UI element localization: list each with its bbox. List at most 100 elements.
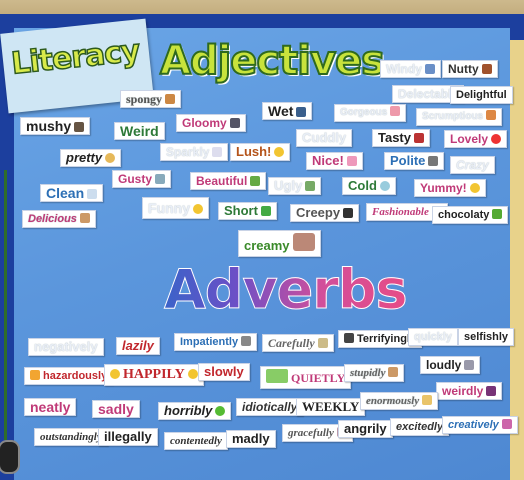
- word-card-excitedly: excitedly: [390, 418, 450, 436]
- chocolate-heart-icon: [492, 209, 503, 219]
- short-picture-icon: [260, 206, 271, 216]
- word-card-clean: Clean: [40, 184, 104, 202]
- word-card-funny: Funny: [142, 197, 209, 219]
- word-card-creatively: creatively: [442, 416, 518, 434]
- word-card-gorgeous: Gorgeous: [334, 104, 407, 122]
- word-card-contentedly: contentedly: [164, 432, 228, 450]
- stupid-picture-icon: [388, 367, 399, 377]
- word-card-madly: madly: [226, 430, 276, 448]
- lanyard-cord: [4, 170, 7, 440]
- word-card-neatly: neatly: [24, 398, 77, 416]
- nut-picture-icon: [481, 64, 492, 74]
- yummy-smiley-icon: [469, 183, 480, 193]
- hazard-icon: [30, 370, 40, 380]
- word-card-nutty: Nutty: [442, 60, 498, 78]
- word-card-enormously: enormously: [360, 392, 439, 410]
- word-card-carefully: Carefully: [262, 334, 334, 352]
- literacy-title: Literacy: [9, 33, 142, 83]
- word-card-weird: Weird: [114, 122, 165, 140]
- scrumptious-picture-icon: [486, 110, 497, 120]
- word-card-happily: HAPPILY: [104, 364, 204, 386]
- word-card-slowly: slowly: [198, 363, 250, 381]
- word-card-sparkly: Sparkly: [160, 143, 229, 161]
- ugly-picture-icon: [305, 181, 316, 191]
- nice-picture-icon: [346, 156, 357, 166]
- word-card-weirdly: weirdly: [436, 382, 503, 400]
- spider-icon: [343, 208, 354, 218]
- impatient-picture-icon: [241, 336, 252, 346]
- word-card-loudly: loudly: [420, 356, 481, 374]
- enormous-picture-icon: [422, 395, 433, 405]
- sponge-picture-icon: [165, 94, 176, 104]
- word-card-cuddly: Cuddly: [296, 129, 353, 147]
- word-card-mushy: mushy: [20, 117, 91, 135]
- word-card-crazy: Crazy: [450, 156, 495, 174]
- cloud-picture-icon: [229, 118, 240, 128]
- word-card-creepy: Creepy: [290, 204, 360, 222]
- lanyard-clip: [0, 440, 20, 474]
- word-card-gusty: Gusty: [112, 170, 172, 188]
- word-card-chocolaty: chocolaty: [432, 206, 509, 224]
- word-card-windy: Windy: [380, 60, 441, 78]
- weird-picture-icon: [486, 386, 497, 396]
- word-card-lazily: lazily: [116, 337, 160, 355]
- windy-picture-icon: [424, 64, 435, 74]
- funny-face-icon: [193, 204, 203, 214]
- word-card-tasty: Tasty: [372, 129, 430, 147]
- word-card-pretty: pretty: [60, 149, 122, 167]
- quiet-photo-icon: [266, 369, 288, 383]
- word-card-yummy: Yummy!: [414, 179, 486, 197]
- word-card-impatiently: Impatiently: [174, 333, 258, 351]
- word-card-nice: Nice!: [306, 152, 363, 170]
- word-card-hazardously: hazardously: [24, 367, 114, 385]
- clean-picture-icon: [87, 189, 98, 199]
- word-card-delightful: Delightful: [450, 86, 513, 104]
- word-card-gloomy: Gloomy: [176, 114, 246, 132]
- mush-picture-icon: [74, 122, 85, 132]
- word-card-short: Short: [218, 202, 277, 220]
- word-card-scrumptious: Scrumptious: [416, 108, 503, 126]
- happy-face-icon-left: [110, 369, 120, 379]
- word-card-outstandingly: outstandingly: [34, 428, 108, 446]
- speaker-icon: [464, 360, 475, 370]
- word-card-polite: Polite: [384, 152, 445, 170]
- word-card-illegally: illegally: [98, 428, 158, 446]
- sparkle-icon: [212, 147, 223, 157]
- careful-picture-icon: [317, 338, 328, 348]
- delicious-picture-icon: [79, 213, 90, 223]
- word-card-spongy: spongy: [120, 90, 182, 108]
- creative-picture-icon: [501, 419, 512, 429]
- word-card-wet: Wet: [262, 102, 313, 120]
- word-card-quickly: quickly: [408, 328, 458, 346]
- happy-face-icon-right: [187, 369, 198, 379]
- word-card-selfishly: selfishly: [458, 328, 515, 346]
- word-card-weekly: WEEKLY: [296, 398, 366, 416]
- horrible-face-icon: [215, 406, 226, 416]
- polite-picture-icon: [428, 156, 439, 166]
- word-card-lovely: Lovely: [444, 130, 508, 148]
- terrifying-picture-icon: [344, 333, 354, 343]
- word-card-creamy: creamy: [238, 230, 321, 257]
- rain-picture-icon: [296, 107, 307, 117]
- word-card-delicious: Delicious: [22, 210, 96, 228]
- pretty-picture-icon: [105, 153, 116, 163]
- word-card-angrily: angrily: [338, 420, 393, 438]
- food-picture-icon: [414, 133, 424, 143]
- word-card-quietly: QUIETLY: [260, 366, 352, 389]
- board-border-strip: [510, 40, 524, 480]
- snowflake-icon: [379, 181, 390, 191]
- adverbs-title: Adverbs: [164, 258, 409, 322]
- word-card-stupidly: stupidly: [344, 364, 405, 382]
- word-card-sadly: sadly: [92, 400, 140, 418]
- creamy-photo-icon: [292, 233, 315, 251]
- word-card-ugly: Ugly: [268, 177, 322, 195]
- word-card-cold: Cold: [342, 177, 396, 195]
- word-card-beautiful: Beautiful: [190, 172, 267, 190]
- smiley-icon: [274, 147, 285, 157]
- adjectives-title: Adjectives: [159, 37, 386, 85]
- word-card-idiotically: idiotically: [236, 398, 304, 416]
- beautiful-picture-icon: [250, 176, 261, 186]
- word-card-negatively: negatively: [28, 338, 104, 356]
- word-card-horribly: horribly: [158, 402, 232, 420]
- word-card-lush: Lush!: [230, 143, 291, 161]
